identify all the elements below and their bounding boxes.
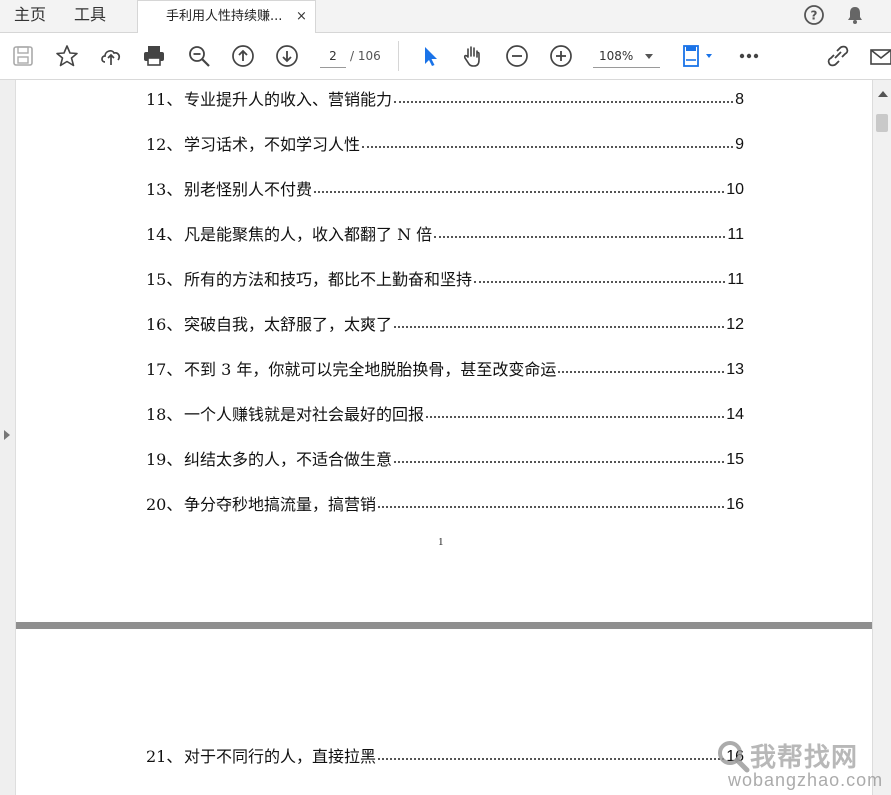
pdf-page: 11、 专业提升人的收入、营销能力 8 12、 学习话术，不如学习人性 9 13、 别老怪别人… — [16, 80, 872, 622]
toc-entry-title: 对于不同行的人，直接拉黑 — [184, 745, 379, 769]
toc-leader-dots — [434, 236, 725, 238]
toc-entry[interactable]: 11、 专业提升人的收入、营销能力 8 — [146, 88, 744, 112]
watermark: 我帮找网 wobangzhao.com — [708, 735, 888, 793]
toc-entry-page: 8 — [733, 88, 744, 112]
toc-entry-number: 17、 — [146, 360, 183, 379]
toc-entry-page: 14 — [724, 403, 744, 427]
toolbar: 2 / 106 108% — [0, 33, 891, 80]
toc-entry-number: 13、 — [146, 180, 183, 199]
toc-entry-number: 18、 — [146, 405, 183, 424]
magnifier-icon — [718, 741, 750, 773]
toc-entry-number: 12、 — [146, 135, 183, 154]
toc-entry[interactable]: 13、 别老怪别人不付费 10 — [146, 178, 744, 202]
chevron-down-icon — [645, 54, 653, 59]
page-fit-icon[interactable] — [680, 43, 716, 69]
toc-entry[interactable]: 20、 争分夺秒地搞流量，搞营销 16 — [146, 493, 744, 517]
tab-document[interactable]: 手利用人性持续赚... × — [137, 0, 316, 34]
page-separator — [16, 622, 872, 629]
bell-icon[interactable] — [844, 4, 866, 26]
expand-arrow-icon — [4, 430, 10, 440]
toc-entry-page: 11 — [725, 223, 744, 247]
bookmark-star-icon[interactable] — [54, 43, 80, 69]
toc-leader-dots — [314, 191, 724, 193]
toc-entry-title: 突破自我，太舒服了，太爽了 — [184, 313, 395, 337]
toc-entry-page: 9 — [733, 133, 744, 157]
left-panel-toggle[interactable] — [0, 80, 16, 795]
toc-entry-title: 专业提升人的收入、营销能力 — [184, 88, 395, 112]
watermark-url: wobangzhao.com — [728, 770, 884, 790]
next-page-icon[interactable] — [274, 43, 300, 69]
tab-close-button[interactable]: × — [296, 9, 307, 24]
toc-leader-dots — [394, 326, 724, 328]
select-cursor-icon[interactable] — [417, 43, 443, 69]
toc-entry-number: 20、 — [146, 495, 183, 514]
tab-home[interactable]: 主页 — [14, 0, 46, 32]
toc-entry-title: 学习话术，不如学习人性 — [184, 133, 363, 157]
page-number-input[interactable]: 2 — [320, 44, 346, 68]
toc-leader-dots — [558, 371, 724, 373]
zoom-value: 108% — [599, 49, 634, 63]
zoom-select[interactable]: 108% — [593, 44, 660, 68]
toc-entry-title: 争分夺秒地搞流量，搞营销 — [184, 493, 379, 517]
toc-entry-number: 14、 — [146, 225, 183, 244]
more-icon[interactable] — [736, 43, 762, 69]
zoom-in-icon[interactable] — [548, 43, 574, 69]
toc-entry-title: 所有的方法和技巧，都比不上勤奋和坚持 — [184, 268, 475, 292]
zoom-out-icon[interactable] — [504, 43, 530, 69]
toc-leader-dots — [394, 101, 733, 103]
toc-entry-title: 别老怪别人不付费 — [184, 178, 315, 202]
toc-leader-dots — [474, 281, 725, 283]
toc-entry-title: 一个人赚钱就是对社会最好的回报 — [184, 403, 427, 427]
toc-entry-title: 凡是能聚焦的人，收入都翻了 N 倍 — [184, 223, 435, 247]
toc-entry-page: 11 — [725, 268, 744, 292]
page-number-footer: 1 — [438, 536, 444, 548]
toc-leader-dots — [426, 416, 724, 418]
toc-entry[interactable]: 16、 突破自我，太舒服了，太爽了 12 — [146, 313, 744, 337]
toc-entry[interactable]: 17、 不到 3 年，你就可以完全地脱胎换骨，甚至改变命运 13 — [146, 358, 744, 382]
tab-tools[interactable]: 工具 — [74, 0, 106, 32]
scrollbar-thumb[interactable] — [876, 114, 888, 132]
svg-text:?: ? — [811, 9, 818, 23]
toc-leader-dots — [378, 506, 724, 508]
toc-entry[interactable]: 21、 对于不同行的人，直接拉黑 16 — [146, 745, 744, 769]
toc-entry-page: 15 — [724, 448, 744, 472]
prev-page-icon[interactable] — [230, 43, 256, 69]
scroll-up-icon[interactable] — [878, 91, 888, 97]
toc-entry-page: 12 — [724, 313, 744, 337]
toc-entry[interactable]: 14、 凡是能聚焦的人，收入都翻了 N 倍 11 — [146, 223, 744, 247]
toc-entry-number: 21、 — [146, 747, 183, 766]
vertical-scrollbar[interactable] — [872, 80, 891, 795]
toc-entry-number: 11、 — [146, 90, 183, 109]
zoom-out-search-icon[interactable] — [186, 43, 212, 69]
page-total-label: / 106 — [350, 49, 381, 63]
toc-entry[interactable]: 18、 一个人赚钱就是对社会最好的回报 14 — [146, 403, 744, 427]
watermark-text: 我帮找网 — [750, 743, 859, 773]
toc-entry-number: 16、 — [146, 315, 183, 334]
toc-entry-title: 不到 3 年，你就可以完全地脱胎换骨，甚至改变命运 — [184, 358, 559, 382]
print-icon[interactable] — [141, 43, 167, 69]
toc-leader-dots — [378, 758, 724, 760]
toc-entry-number: 19、 — [146, 450, 183, 469]
tab-document-title: 手利用人性持续赚... — [166, 9, 283, 24]
toc-entry-page: 10 — [724, 178, 744, 202]
upload-cloud-icon[interactable] — [98, 43, 124, 69]
toc-entry-number: 15、 — [146, 270, 183, 289]
document-viewport[interactable]: 11、 专业提升人的收入、营销能力 8 12、 学习话术，不如学习人性 9 13、 别老怪别人… — [0, 80, 891, 795]
share-link-icon[interactable] — [826, 43, 852, 69]
pdf-reader-window: 主页 工具 手利用人性持续赚... × ? 2 / 106 108% 11、 专… — [0, 0, 891, 795]
toc-entry-page: 16 — [724, 493, 744, 517]
help-icon[interactable]: ? — [803, 4, 825, 26]
mail-icon[interactable] — [868, 43, 891, 69]
toc-entry[interactable]: 15、 所有的方法和技巧，都比不上勤奋和坚持 11 — [146, 268, 744, 292]
toolbar-divider — [398, 41, 399, 71]
toc-entry[interactable]: 12、 学习话术，不如学习人性 9 — [146, 133, 744, 157]
toc-leader-dots — [394, 461, 724, 463]
toc-entry[interactable]: 19、 纠结太多的人，不适合做生意 15 — [146, 448, 744, 472]
toc-leader-dots — [362, 146, 733, 148]
hand-tool-icon[interactable] — [460, 43, 486, 69]
tab-bar: 主页 工具 手利用人性持续赚... × ? — [0, 0, 891, 34]
toc-entry-page: 13 — [724, 358, 744, 382]
save-icon[interactable] — [10, 43, 36, 69]
toc-entry-title: 纠结太多的人，不适合做生意 — [184, 448, 395, 472]
